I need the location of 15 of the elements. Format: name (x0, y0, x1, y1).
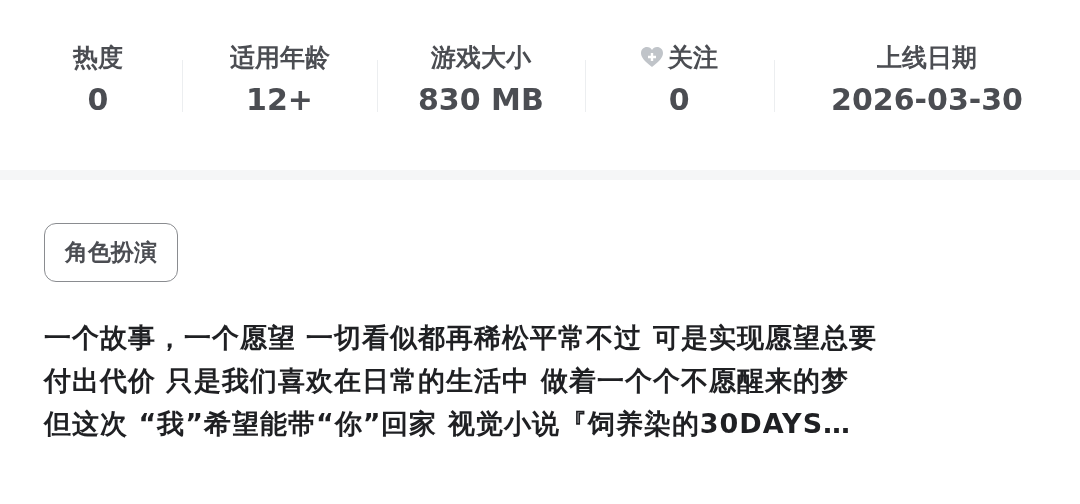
stat-label: 热度 (72, 41, 123, 74)
stat-value: 830 MB (417, 82, 544, 117)
stat-value: 0 (668, 82, 690, 117)
stat-label: 适用年龄 (229, 41, 330, 74)
description-line: 但这次 “我”希望能带“你”回家 视觉小说『饲养染的30DAYS… (44, 407, 852, 441)
category-tag[interactable]: 角色扮演 (44, 223, 178, 282)
stat-value: 12+ (246, 82, 313, 117)
stat-value: 2026-03-30 (831, 82, 1023, 117)
description-line: 一个故事，一个愿望 一切看似都再稀松平常不过 可是实现愿望总要 (44, 321, 877, 355)
stat-label: 关注 (668, 41, 719, 74)
heart-plus-icon[interactable] (640, 46, 665, 68)
stat-value: 0 (87, 82, 109, 117)
stat-label: 游戏大小 (430, 41, 531, 74)
description-line: 付出代价 只是我们喜欢在日常的生活中 做着一个个不愿醒来的梦 (44, 364, 849, 398)
stat-label: 上线日期 (877, 41, 977, 74)
